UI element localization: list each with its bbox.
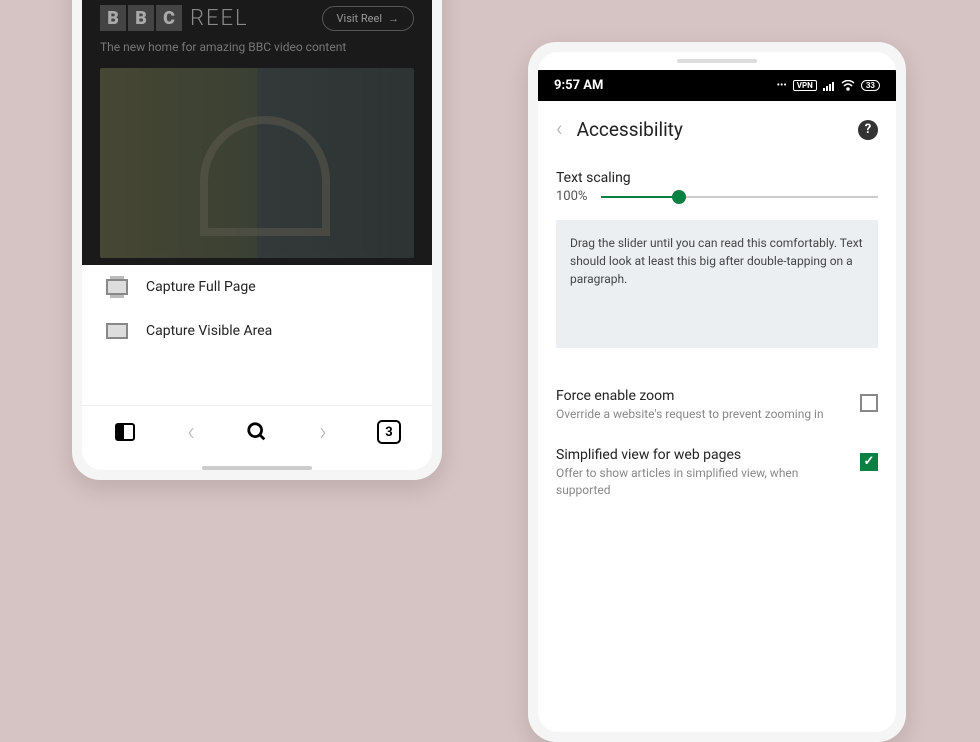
- simplified-view-title: Simplified view for web pages: [556, 447, 846, 463]
- visit-reel-label: Visit Reel: [337, 12, 382, 25]
- bbc-header: B B C REEL Visit Reel →: [100, 5, 414, 31]
- capture-visible-area-item[interactable]: Capture Visible Area: [82, 309, 432, 353]
- simplified-view-text: Simplified view for web pages Offer to s…: [556, 447, 846, 499]
- settings-body: Text scaling 100% Drag the slider until …: [538, 158, 896, 522]
- force-zoom-text: Force enable zoom Override a website's r…: [556, 388, 846, 423]
- dots-icon: •••: [777, 80, 787, 91]
- search-icon: [246, 421, 268, 443]
- force-zoom-item[interactable]: Force enable zoom Override a website's r…: [556, 376, 878, 435]
- text-scaling-slider[interactable]: [601, 196, 878, 198]
- capture-full-page-label: Capture Full Page: [146, 279, 256, 295]
- bbc-reel-logo: B B C REEL: [100, 5, 249, 31]
- battery-badge: 33: [861, 80, 880, 91]
- page-title: Accessibility: [577, 118, 844, 141]
- phone-screen: 9:57 AM ••• VPN 33 ‹ Accessibility ? Te: [538, 52, 896, 732]
- capture-visible-area-label: Capture Visible Area: [146, 323, 272, 339]
- text-scaling-info: Drag the slider until you can read this …: [556, 220, 878, 348]
- tabs-count-badge: 3: [377, 420, 401, 444]
- phone-mockup-right: 9:57 AM ••• VPN 33 ‹ Accessibility ? Te: [528, 42, 906, 742]
- status-icons: ••• VPN 33: [777, 80, 880, 91]
- search-button[interactable]: [245, 420, 269, 444]
- browser-content-area: B B C REEL Visit Reel → The new home for…: [82, 0, 432, 265]
- simplified-view-checkbox[interactable]: [860, 453, 878, 471]
- text-scaling-value: 100%: [556, 189, 587, 204]
- panels-icon: [115, 423, 135, 441]
- vpn-badge: VPN: [793, 80, 817, 91]
- text-scaling-label: Text scaling: [556, 170, 878, 186]
- force-zoom-title: Force enable zoom: [556, 388, 846, 404]
- tabs-button[interactable]: 3: [377, 420, 401, 444]
- wifi-icon: [841, 80, 855, 91]
- help-button[interactable]: ?: [858, 120, 878, 140]
- back-button[interactable]: ‹: [179, 420, 203, 444]
- status-time: 9:57 AM: [554, 78, 603, 93]
- visible-area-icon: [106, 323, 128, 339]
- reel-text: REEL: [190, 6, 249, 31]
- phone-screen: B B C REEL Visit Reel → The new home for…: [82, 0, 432, 470]
- force-zoom-checkbox[interactable]: [860, 394, 878, 412]
- home-indicator: [202, 466, 312, 470]
- bbc-logo-blocks: B B C: [100, 5, 182, 31]
- settings-header: ‹ Accessibility ?: [538, 101, 896, 158]
- forward-button[interactable]: ›: [311, 420, 335, 444]
- browser-bottom-nav: ‹ › 3: [82, 405, 432, 462]
- visit-reel-button[interactable]: Visit Reel →: [322, 6, 414, 31]
- phone-speaker: [538, 52, 896, 70]
- slider-fill: [601, 196, 678, 198]
- panels-button[interactable]: [113, 420, 137, 444]
- video-thumbnail[interactable]: [100, 68, 414, 258]
- slider-thumb[interactable]: [672, 190, 686, 204]
- signal-icon: [823, 81, 835, 91]
- force-zoom-desc: Override a website's request to prevent …: [556, 406, 846, 423]
- phone-mockup-left: B B C REEL Visit Reel → The new home for…: [72, 0, 442, 480]
- arrow-right-icon: →: [388, 12, 399, 25]
- simplified-view-desc: Offer to show articles in simplified vie…: [556, 465, 846, 499]
- text-scaling-slider-row: 100%: [556, 189, 878, 204]
- simplified-view-item[interactable]: Simplified view for web pages Offer to s…: [556, 435, 878, 511]
- capture-full-page-item[interactable]: Capture Full Page: [82, 265, 432, 309]
- capture-menu: Capture Full Page Capture Visible Area: [82, 265, 432, 405]
- full-page-icon: [106, 279, 128, 295]
- status-bar: 9:57 AM ••• VPN 33: [538, 70, 896, 101]
- back-button[interactable]: ‹: [556, 117, 563, 142]
- bbc-tagline: The new home for amazing BBC video conte…: [100, 40, 346, 54]
